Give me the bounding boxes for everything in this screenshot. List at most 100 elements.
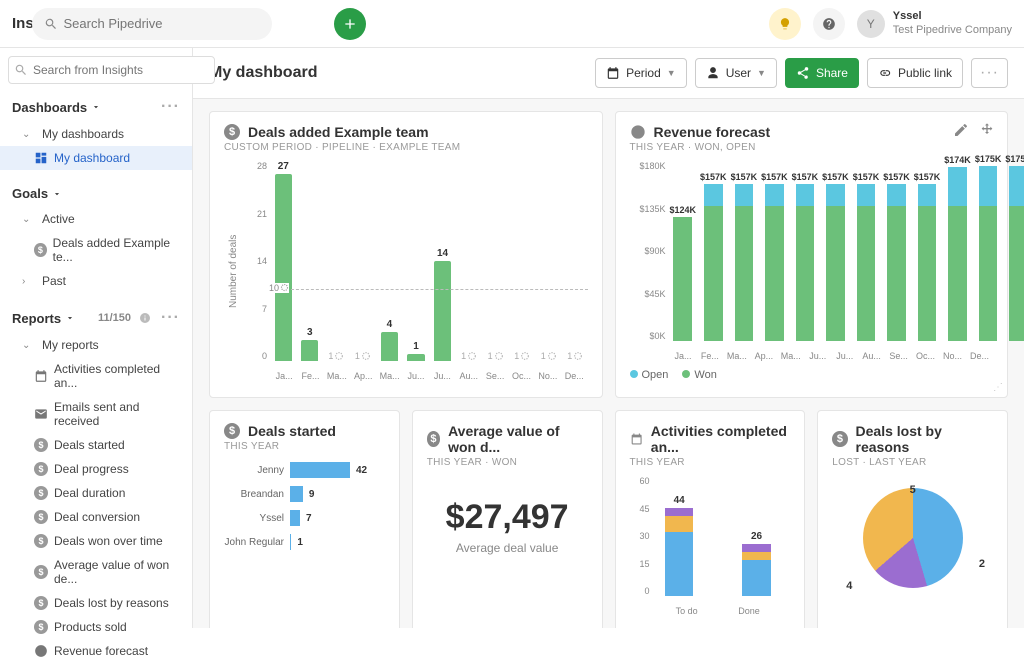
global-search[interactable] — [32, 8, 272, 40]
legend: Open Won — [630, 369, 994, 381]
card-subtitle: THIS YEAR — [630, 457, 791, 468]
card-subtitle: THIS YEAR · WON — [427, 457, 588, 468]
card-revenue-forecast: Revenue forecast THIS YEAR · WON, OPEN $… — [615, 111, 1009, 398]
card-title: Deals lost by reasons — [856, 423, 993, 455]
card-subtitle: THIS YEAR — [224, 441, 385, 452]
sidebar-item-goal-deals-added[interactable]: $ Deals added Example te... — [0, 231, 192, 269]
chevron-down-icon — [91, 102, 101, 112]
period-dropdown[interactable]: Period ▼ — [595, 58, 687, 88]
user-name: Yssel — [893, 10, 1012, 23]
report-icon: $ — [34, 620, 48, 634]
card-title: Average value of won d... — [448, 423, 587, 455]
sidebar-report-item[interactable]: $Products sold — [0, 615, 192, 639]
dollar-icon: $ — [427, 431, 440, 447]
sidebar-report-item[interactable]: $Deal progress — [0, 457, 192, 481]
help-button[interactable] — [813, 8, 845, 40]
more-icon: ··· — [980, 64, 999, 82]
dashboards-more-icon[interactable]: ··· — [161, 98, 180, 116]
card-subtitle: THIS YEAR · WON, OPEN — [630, 142, 994, 153]
lightbulb-icon — [778, 17, 792, 31]
report-icon: $ — [34, 565, 48, 579]
chevron-down-icon: ⌄ — [22, 129, 32, 140]
plus-icon — [342, 16, 358, 32]
reports-count: 11/150 — [98, 312, 131, 324]
topbar: Insights Y Yssel Test Pipedrive Company — [0, 0, 1024, 48]
user-company: Test Pipedrive Company — [893, 24, 1012, 37]
chevron-down-icon: ▼ — [757, 68, 766, 78]
dollar-icon: $ — [224, 124, 240, 140]
report-icon: $ — [34, 510, 48, 524]
card-title: Deals started — [248, 423, 336, 439]
sidebar-report-item[interactable]: $Deals lost by reasons — [0, 591, 192, 615]
card-subtitle: CUSTOM PERIOD · PIPELINE · EXAMPLE TEAM — [224, 142, 588, 153]
activities-chart: 6045301504426To doDone — [630, 476, 791, 616]
sidebar-report-item[interactable]: $Deals won over time — [0, 529, 192, 553]
chevron-down-icon — [65, 313, 75, 323]
user-dropdown[interactable]: User ▼ — [695, 58, 777, 88]
info-icon — [139, 312, 151, 324]
report-icon: $ — [34, 462, 48, 476]
dollar-icon: $ — [34, 243, 47, 257]
chevron-right-icon: › — [22, 276, 32, 287]
report-icon: $ — [34, 486, 48, 500]
chevron-down-icon: ⌄ — [22, 214, 32, 225]
sidebar-item-my-dashboards[interactable]: ⌄ My dashboards — [0, 122, 192, 146]
card-deals-added: $ Deals added Example team CUSTOM PERIOD… — [209, 111, 603, 398]
page-title: My dashboard — [209, 64, 587, 82]
share-button[interactable]: Share — [785, 58, 859, 88]
global-search-input[interactable] — [64, 16, 260, 31]
more-button[interactable]: ··· — [971, 58, 1008, 88]
report-icon: $ — [34, 534, 48, 548]
chevron-down-icon — [52, 189, 62, 199]
search-icon — [44, 17, 58, 31]
public-link-button[interactable]: Public link — [867, 58, 963, 88]
calendar-icon — [606, 66, 620, 80]
help-icon — [822, 17, 836, 31]
card-activities: Activities completed an... THIS YEAR 604… — [615, 410, 806, 628]
report-icon — [34, 369, 48, 383]
reports-header[interactable]: Reports 11/150 ··· — [0, 303, 192, 333]
edit-icon[interactable] — [953, 122, 969, 138]
dashboard-icon — [34, 151, 48, 165]
sidebar-report-item[interactable]: $Average value of won de... — [0, 553, 192, 591]
search-icon — [14, 63, 28, 77]
report-icon: $ — [34, 438, 48, 452]
card-deals-lost: $ Deals lost by reasons LOST · LAST YEAR… — [817, 410, 1008, 628]
deals-started-chart: Jenny42Breandan9Yssel7John Regular1 — [224, 462, 385, 550]
dollar-icon: $ — [832, 431, 847, 447]
goals-header[interactable]: Goals — [0, 180, 192, 207]
sidebar-item-my-dashboard[interactable]: My dashboard — [0, 146, 192, 170]
report-icon — [34, 407, 48, 421]
sidebar-report-item[interactable]: $Deal conversion — [0, 505, 192, 529]
sidebar-search-input[interactable] — [8, 56, 215, 84]
avatar: Y — [857, 10, 885, 38]
resize-handle-icon[interactable]: ⋰ — [993, 382, 1003, 393]
sidebar-report-item[interactable]: Emails sent and received — [0, 395, 192, 433]
card-title: Revenue forecast — [654, 124, 771, 140]
sidebar-report-item[interactable]: $Deals started — [0, 433, 192, 457]
sidebar: Dashboards ··· ⌄ My dashboards My dashbo… — [0, 48, 193, 628]
calendar-icon — [630, 431, 643, 447]
card-subtitle: LOST · LAST YEAR — [832, 457, 993, 468]
tips-button[interactable] — [769, 8, 801, 40]
avg-value-number: $27,497 — [427, 498, 588, 537]
user-menu[interactable]: Y Yssel Test Pipedrive Company — [857, 10, 1012, 38]
sidebar-item-my-reports[interactable]: ⌄ My reports — [0, 333, 192, 357]
chevron-down-icon: ⌄ — [22, 340, 32, 351]
reports-more-icon[interactable]: ··· — [161, 309, 180, 327]
deals-added-chart: Number of deals 282114702731141141111110… — [224, 161, 588, 381]
sidebar-report-item[interactable]: Activities completed an... — [0, 357, 192, 395]
report-icon: $ — [34, 596, 48, 610]
sidebar-item-past[interactable]: › Past — [0, 269, 192, 293]
sidebar-report-item[interactable]: $Deal duration — [0, 481, 192, 505]
forecast-icon — [630, 124, 646, 140]
user-icon — [706, 66, 720, 80]
move-icon[interactable] — [979, 122, 995, 138]
sidebar-report-item[interactable]: Revenue forecast — [0, 639, 192, 663]
revenue-forecast-chart: $180K$135K$90K$45K$0K$124K$157K$157K$157… — [630, 161, 994, 361]
add-button[interactable] — [334, 8, 366, 40]
card-title: Deals added Example team — [248, 124, 429, 140]
share-icon — [796, 66, 810, 80]
dashboards-header[interactable]: Dashboards ··· — [0, 92, 192, 122]
sidebar-item-active[interactable]: ⌄ Active — [0, 207, 192, 231]
